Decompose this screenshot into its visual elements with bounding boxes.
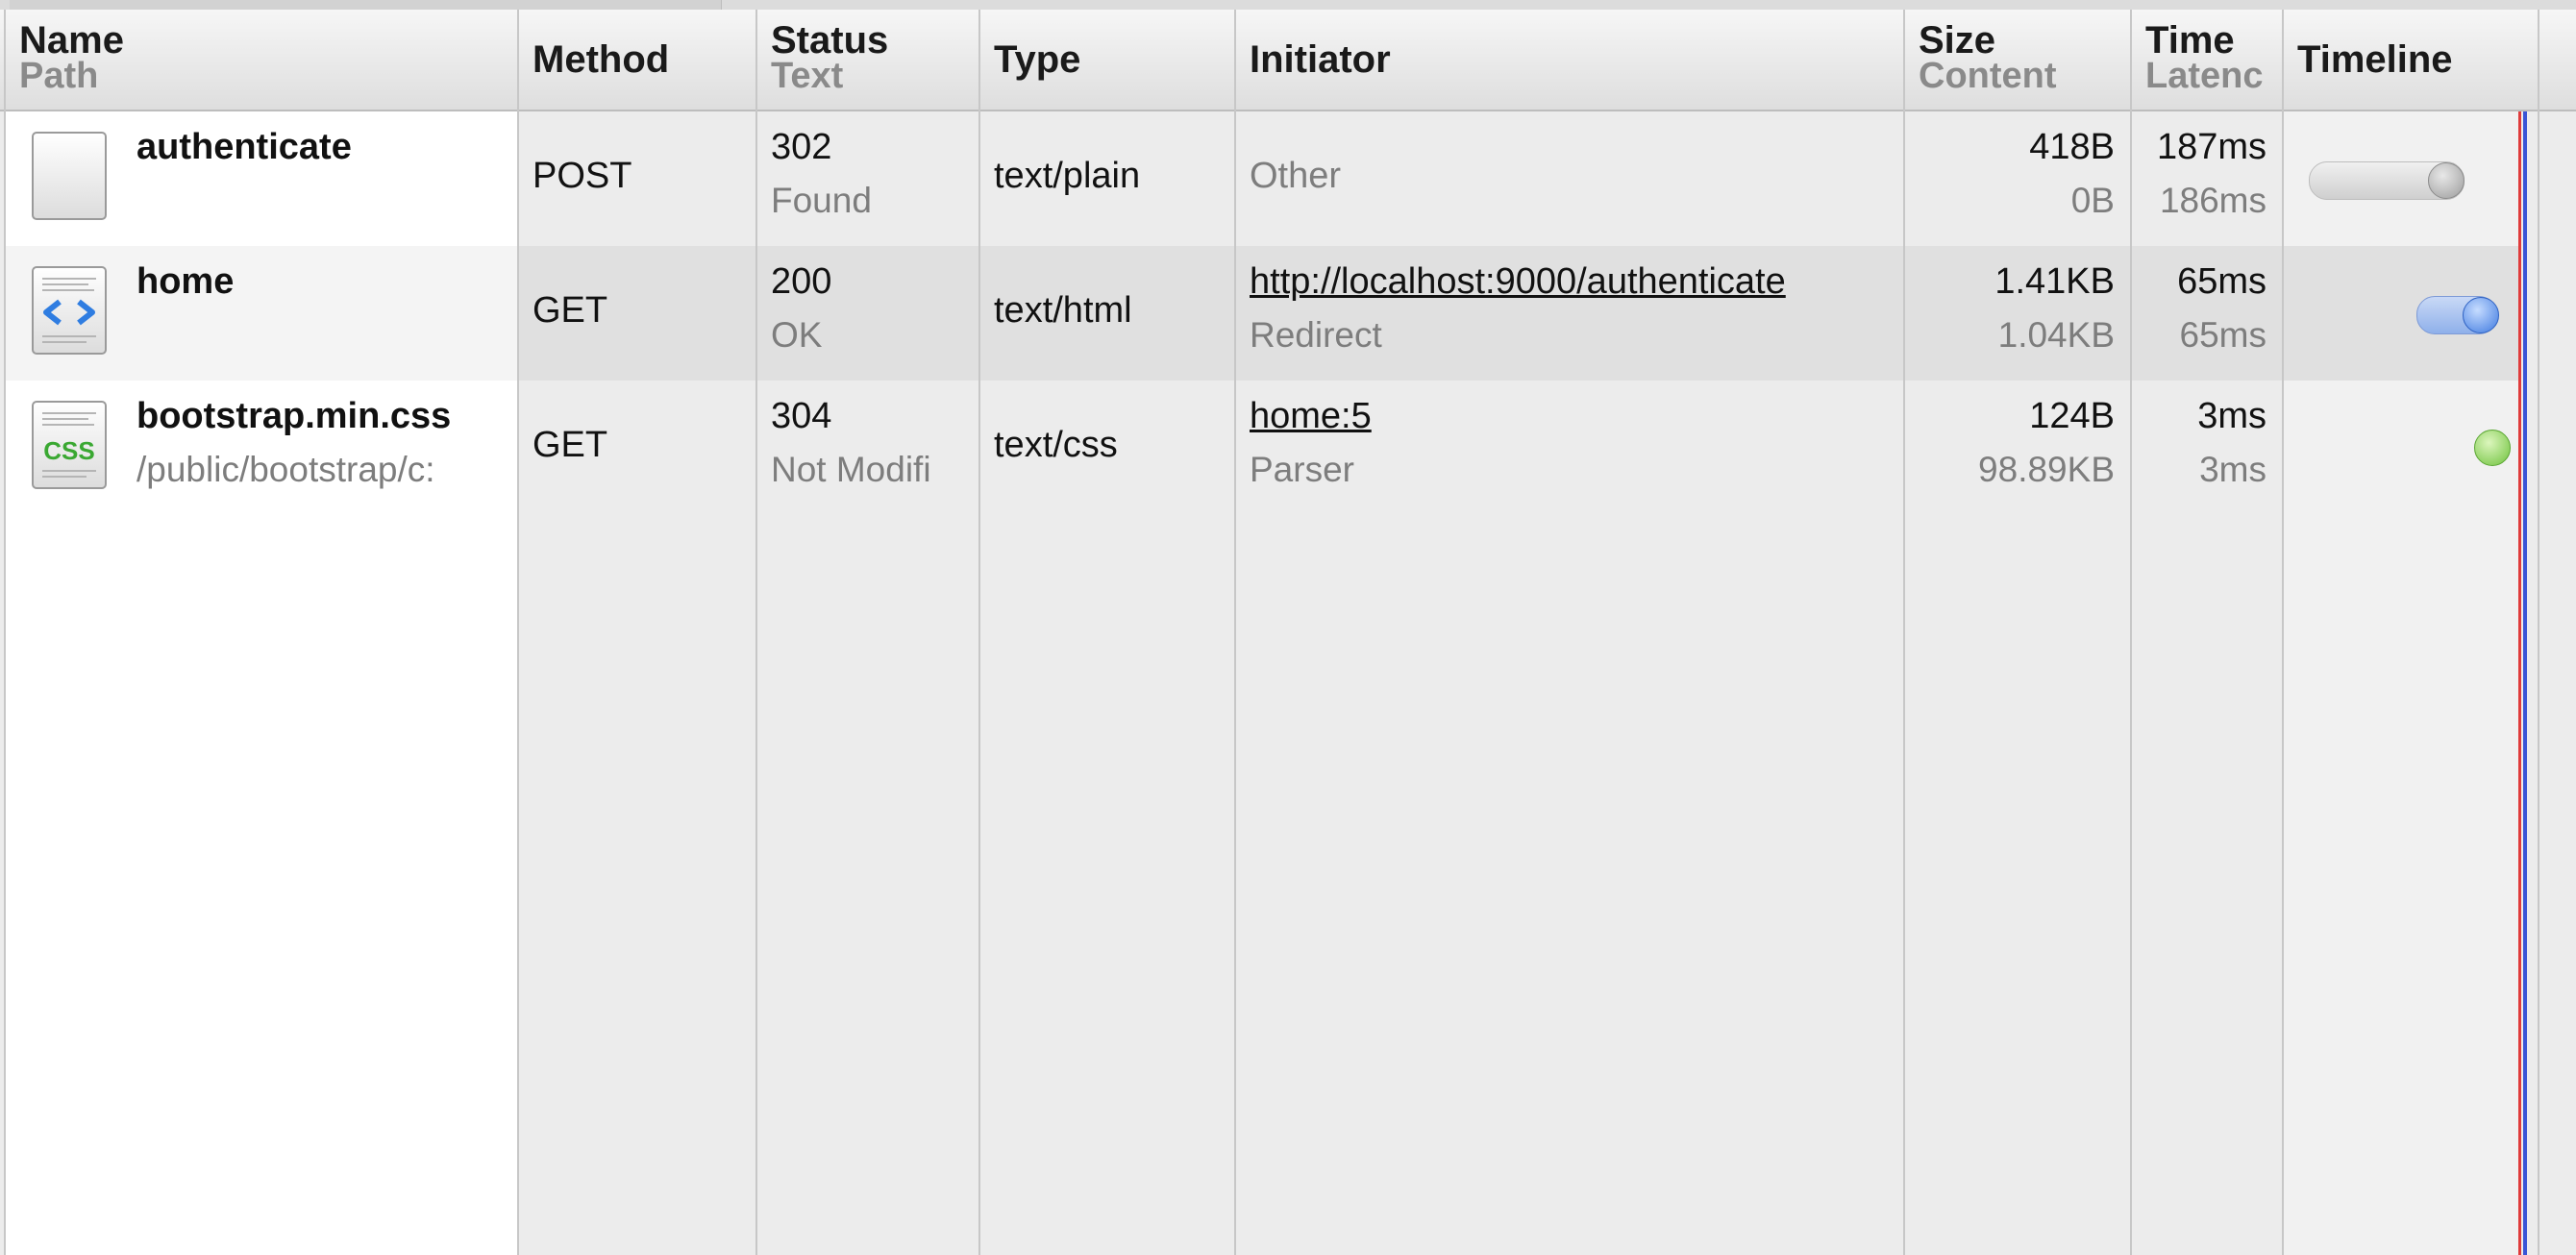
time-text: 65ms — [2177, 261, 2266, 302]
type-cell: text/css — [980, 381, 1234, 515]
header-type-title: Type — [994, 38, 1081, 81]
content-size-text: 1.04KB — [1997, 315, 2115, 355]
timeline-load-marker — [2518, 111, 2521, 1255]
method-text: POST — [533, 156, 632, 196]
status-cell: 304 Not Modifi — [757, 381, 978, 515]
status-code: 200 — [771, 261, 832, 302]
timeline-dot — [2474, 430, 2511, 466]
initiator-cell: Other — [1236, 111, 1903, 246]
initiator-sub: Parser — [1250, 450, 1354, 489]
table-row[interactable]: home GET 200 OK text/html http://localho… — [6, 246, 2522, 381]
type-cell: text/plain — [980, 111, 1234, 246]
status-code: 304 — [771, 396, 832, 436]
header-name[interactable]: Name Path — [6, 10, 519, 110]
content-size-text: 0B — [2070, 181, 2115, 220]
method-cell: POST — [519, 111, 755, 246]
size-cell: 124B 98.89KB — [1905, 381, 2130, 515]
time-text: 3ms — [2197, 396, 2266, 436]
status-cell: 302 Found — [757, 111, 978, 246]
request-name: authenticate — [136, 127, 352, 167]
initiator-link[interactable]: http://localhost:9000/authenticate — [1250, 261, 1786, 303]
request-name: home — [136, 261, 235, 302]
timeline-domcontent-marker — [2523, 111, 2527, 1255]
time-cell: 3ms 3ms — [2132, 381, 2282, 515]
status-text: OK — [771, 315, 823, 355]
request-name: bootstrap.min.css — [136, 396, 452, 436]
css-document-icon: CSS — [32, 401, 107, 489]
method-text: GET — [533, 425, 608, 465]
name-cell[interactable]: CSS bootstrap.min.css /public/bootstrap/… — [6, 381, 517, 515]
size-text: 418B — [2029, 127, 2115, 167]
latency-text: 186ms — [2159, 181, 2266, 220]
header-timeline[interactable]: Timeline — [2284, 10, 2524, 110]
initiator-sub: Other — [1250, 156, 1342, 196]
timeline-dot — [2463, 297, 2499, 333]
svg-text:CSS: CSS — [43, 436, 94, 465]
header-size-subtitle: Content — [1919, 56, 2057, 96]
name-cell[interactable]: authenticate — [6, 111, 517, 246]
html-document-icon — [32, 266, 107, 355]
status-text: Not Modifi — [771, 450, 931, 489]
header-time[interactable]: Time Latenc — [2132, 10, 2282, 110]
size-cell: 1.41KB 1.04KB — [1905, 246, 2130, 381]
time-cell: 187ms 186ms — [2132, 111, 2282, 246]
initiator-cell: http://localhost:9000/authenticate Redir… — [1236, 246, 1903, 381]
size-text: 124B — [2029, 396, 2115, 436]
header-initiator-title: Initiator — [1250, 38, 1391, 81]
size-cell: 418B 0B — [1905, 111, 2130, 246]
timeline-cell — [2284, 246, 2518, 381]
header-type[interactable]: Type — [980, 10, 1234, 110]
column-divider — [2538, 10, 2539, 1255]
table-row[interactable]: authenticate POST 302 Found text/plain O… — [6, 111, 2522, 246]
header-status[interactable]: Status Text — [757, 10, 978, 110]
time-cell: 65ms 65ms — [2132, 246, 2282, 381]
initiator-sub: Redirect — [1250, 315, 1382, 355]
header-size[interactable]: Size Content — [1905, 10, 2130, 110]
network-panel: Name Path Method Status Text Type Initia… — [0, 0, 2576, 1255]
table-row[interactable]: CSS bootstrap.min.css /public/bootstrap/… — [6, 381, 2522, 515]
time-text: 187ms — [2156, 127, 2266, 167]
type-text: text/css — [994, 425, 1118, 465]
status-code: 302 — [771, 127, 832, 167]
header-name-subtitle: Path — [19, 56, 99, 96]
method-cell: GET — [519, 246, 755, 381]
timeline-cell — [2284, 381, 2518, 515]
size-text: 1.41KB — [1994, 261, 2115, 302]
header-initiator[interactable]: Initiator — [1236, 10, 1903, 110]
latency-text: 3ms — [2199, 450, 2266, 489]
header-time-subtitle: Latenc — [2145, 56, 2264, 96]
blank-document-icon — [32, 132, 107, 220]
header-status-subtitle: Text — [771, 56, 844, 96]
status-text: Found — [771, 181, 872, 220]
tab-edge — [10, 0, 722, 10]
header-timeline-title: Timeline — [2297, 38, 2453, 81]
method-text: GET — [533, 290, 608, 331]
table-header: Name Path Method Status Text Type Initia… — [0, 10, 2576, 111]
type-text: text/plain — [994, 156, 1141, 196]
timeline-cell — [2284, 111, 2518, 246]
header-method[interactable]: Method — [519, 10, 755, 110]
status-cell: 200 OK — [757, 246, 978, 381]
header-method-title: Method — [533, 38, 670, 81]
content-size-text: 98.89KB — [1978, 450, 2115, 489]
method-cell: GET — [519, 381, 755, 515]
type-text: text/html — [994, 290, 1132, 331]
timeline-dot — [2428, 162, 2465, 199]
latency-text: 65ms — [2179, 315, 2266, 355]
initiator-cell: home:5 Parser — [1236, 381, 1903, 515]
request-path: /public/bootstrap/c: — [136, 450, 435, 489]
name-cell[interactable]: home — [6, 246, 517, 381]
initiator-link[interactable]: home:5 — [1250, 396, 1372, 437]
type-cell: text/html — [980, 246, 1234, 381]
